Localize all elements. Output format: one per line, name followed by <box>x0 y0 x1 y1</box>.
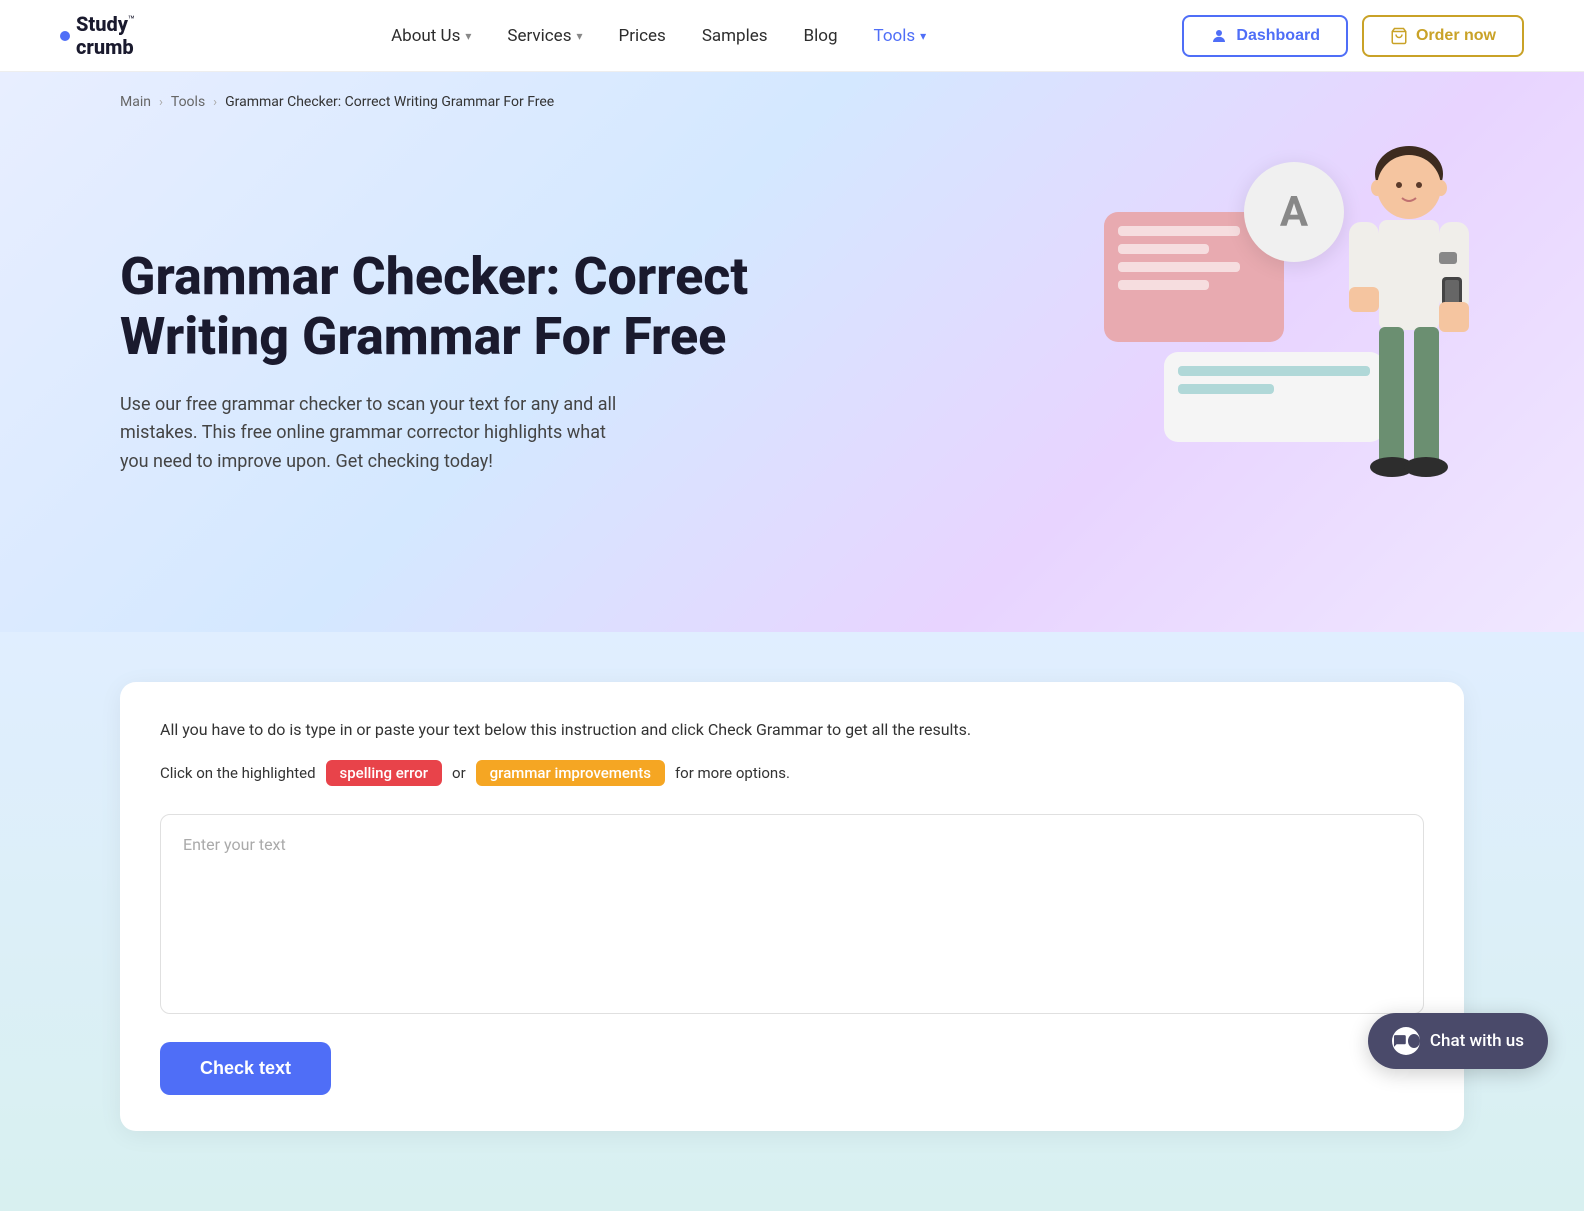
doc-line2 <box>1178 384 1274 394</box>
dashboard-button[interactable]: Dashboard <box>1182 15 1348 57</box>
header: Study™ crumb About Us ▾ Services ▾ Price… <box>0 0 1584 72</box>
chevron-down-icon: ▾ <box>465 29 471 43</box>
chat-icon <box>1392 1032 1408 1050</box>
logo[interactable]: Study™ crumb <box>60 13 135 59</box>
nav-about[interactable]: About Us ▾ <box>391 26 471 46</box>
instruction-text: All you have to do is type in or paste y… <box>160 718 1424 742</box>
breadcrumb-current: Grammar Checker: Correct Writing Grammar… <box>225 94 554 110</box>
grammar-badge: grammar improvements <box>476 760 665 786</box>
hero-content: Grammar Checker: Correct Writing Grammar… <box>120 247 760 477</box>
nav-services[interactable]: Services ▾ <box>507 26 582 46</box>
user-icon <box>1210 27 1228 45</box>
order-button[interactable]: Order now <box>1362 15 1524 57</box>
breadcrumb-tools[interactable]: Tools <box>171 94 205 110</box>
chevron-down-icon: ▾ <box>576 29 582 43</box>
text-input-area[interactable]: Enter your text <box>160 814 1424 1014</box>
text-area-placeholder: Enter your text <box>183 835 286 854</box>
legend-suffix: for more options. <box>675 764 790 782</box>
nav-tools[interactable]: Tools ▾ <box>874 26 927 46</box>
cart-icon <box>1390 27 1408 45</box>
chat-widget[interactable]: Chat with us <box>1368 1013 1548 1069</box>
breadcrumb: Main › Tools › Grammar Checker: Correct … <box>120 94 554 110</box>
logo-dot <box>60 31 70 41</box>
spelling-badge: spelling error <box>326 760 443 786</box>
hero-title: Grammar Checker: Correct Writing Grammar… <box>120 247 760 367</box>
breadcrumb-sep: › <box>159 95 163 110</box>
hero-subtitle: Use our free grammar checker to scan you… <box>120 391 620 477</box>
nav-samples[interactable]: Samples <box>702 26 768 46</box>
main-nav: About Us ▾ Services ▾ Prices Samples Blo… <box>391 26 926 46</box>
hero-illustration: A <box>1084 132 1504 592</box>
legend-row: Click on the highlighted spelling error … <box>160 760 1424 786</box>
hero-section: Main › Tools › Grammar Checker: Correct … <box>0 72 1584 632</box>
chat-bubble-icon <box>1392 1027 1420 1055</box>
check-text-button[interactable]: Check text <box>160 1042 331 1095</box>
doc-line <box>1118 244 1209 254</box>
legend-or: or <box>452 764 466 782</box>
person-illustration <box>1324 132 1494 562</box>
breadcrumb-sep2: › <box>213 95 217 110</box>
doc-line <box>1118 262 1240 272</box>
legend-prefix: Click on the highlighted <box>160 764 316 782</box>
person-svg <box>1324 132 1494 562</box>
nav-blog[interactable]: Blog <box>804 26 838 46</box>
chat-label: Chat with us <box>1430 1031 1524 1051</box>
nav-prices[interactable]: Prices <box>619 26 666 46</box>
header-actions: Dashboard Order now <box>1182 15 1524 57</box>
breadcrumb-main[interactable]: Main <box>120 94 151 110</box>
logo-text: Study™ crumb <box>76 13 135 59</box>
doc-line <box>1118 280 1209 290</box>
chevron-down-icon: ▾ <box>920 29 926 43</box>
checker-box: All you have to do is type in or paste y… <box>120 682 1464 1131</box>
doc-line <box>1118 226 1240 236</box>
main-content: All you have to do is type in or paste y… <box>0 632 1584 1211</box>
